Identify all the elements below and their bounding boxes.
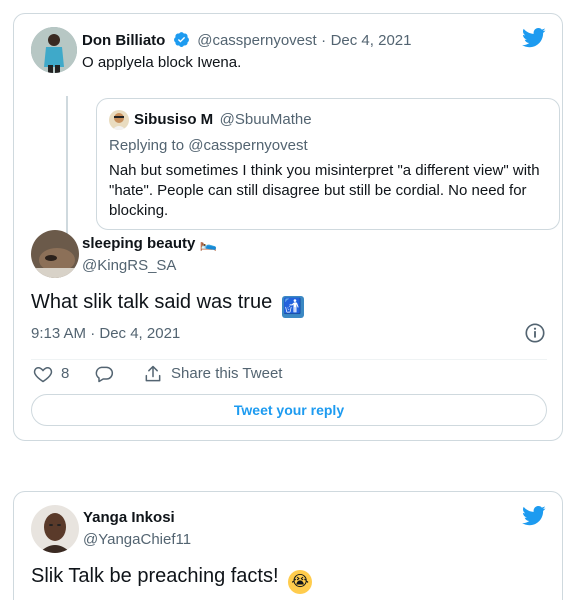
quoted-author-handle[interactable]: @SbuuMathe [220, 111, 312, 128]
separator: · [321, 32, 327, 49]
tweet-header: sleeping beauty 🛌 [82, 235, 217, 253]
share-icon[interactable] [143, 364, 163, 384]
tweet-your-reply-button[interactable]: Tweet your reply [31, 394, 547, 426]
replying-to[interactable]: Replying to @casspernyovest [109, 137, 308, 154]
tweet-card: Yanga Inkosi @YangaChief11 Slik Talk be … [13, 491, 563, 600]
twitter-logo-icon[interactable] [522, 506, 546, 526]
share-label[interactable]: Share this Tweet [171, 365, 282, 382]
quoted-tweet-text: Nah but sometimes I think you misinterpr… [109, 162, 540, 219]
quoted-author-name[interactable]: Sibusiso M [134, 111, 213, 128]
author-name[interactable]: sleeping beauty [82, 235, 195, 252]
litter-emoji-icon: 🚮 [281, 296, 304, 318]
like-heart-icon[interactable] [33, 364, 53, 384]
tweet-actions: 8 Share this Tweet [31, 364, 331, 386]
tweet-card: Don Billiato @casspernyovest · Dec 4, 20… [13, 13, 563, 441]
tweet-date[interactable]: Dec 4, 2021 [331, 32, 412, 49]
verified-icon [173, 32, 189, 47]
avatar[interactable] [31, 505, 79, 553]
author-name[interactable]: Yanga Inkosi [83, 509, 175, 526]
twitter-logo-icon[interactable] [522, 28, 546, 48]
tweet-timestamp[interactable]: 9:13 AM · Dec 4, 2021 [31, 325, 180, 342]
info-icon[interactable] [524, 322, 546, 344]
tweet-text: O applyela block Iwena. [82, 54, 242, 71]
tweet-text: What slik talk said was true [31, 291, 273, 313]
quoted-header: Sibusiso M @SbuuMathe [134, 111, 312, 129]
tweet-header: Don Billiato @casspernyovest · Dec 4, 20… [82, 31, 411, 50]
reply-bubble-icon[interactable] [93, 364, 115, 384]
author-name[interactable]: Don Billiato [82, 32, 165, 49]
author-handle[interactable]: @KingRS_SA [82, 257, 176, 274]
divider [31, 359, 547, 360]
tweet-text: Slik Talk be preaching facts! [31, 565, 279, 587]
avatar[interactable] [31, 230, 79, 278]
tweet-text-row: Slik Talk be preaching facts! 😭 [31, 565, 313, 594]
thread-connector-line [66, 96, 68, 236]
author-handle[interactable]: @casspernyovest [197, 32, 316, 49]
like-count: 8 [61, 365, 70, 382]
quoted-tweet[interactable]: Sibusiso M @SbuuMathe Replying to @cassp… [96, 98, 560, 230]
author-handle[interactable]: @YangaChief11 [83, 531, 191, 548]
bed-emoji-icon: 🛌 [199, 235, 218, 251]
avatar[interactable] [109, 110, 129, 130]
main-tweet-text-row: What slik talk said was true 🚮 [31, 291, 304, 318]
crying-emoji-icon: 😭 [288, 570, 313, 594]
avatar[interactable] [31, 27, 77, 73]
